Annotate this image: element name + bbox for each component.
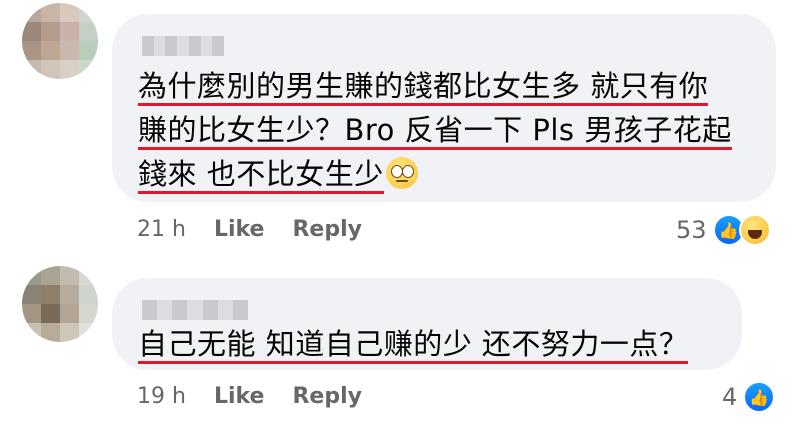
rolling-eyes-emoji-icon [385, 157, 418, 189]
like-button[interactable]: Like [214, 217, 265, 242]
timestamp[interactable]: 19 h [137, 384, 186, 409]
like-button[interactable]: Like [214, 384, 265, 409]
comment-actions: 19 h Like Reply [137, 384, 390, 409]
comment-line: 錢來 也不比女生少 [138, 157, 384, 194]
reply-button[interactable]: Reply [292, 217, 362, 242]
comment-text: 自己无能 知道自己赚的少 还不努力一点？ [138, 322, 689, 366]
avatar-blurred[interactable] [22, 3, 98, 79]
comment-actions: 21 h Like Reply [137, 217, 390, 242]
reaction-count: 53 [676, 216, 707, 244]
comment-bubble: 為什麼別的男生賺的錢都比女生多 就只有你 賺的比女生少？Bro 反省一下 Pls… [112, 14, 776, 202]
comment-text: 為什麼別的男生賺的錢都比女生多 就只有你 賺的比女生少？Bro 反省一下 Pls… [138, 64, 732, 196]
reply-button[interactable]: Reply [292, 384, 362, 409]
author-name-blurred[interactable] [142, 36, 224, 56]
comment-bubble: 自己无能 知道自己赚的少 还不努力一点？ [112, 278, 742, 370]
reaction-summary[interactable]: 4 👍 [722, 381, 776, 413]
avatar-blurred[interactable] [22, 266, 98, 342]
reaction-count: 4 [722, 383, 738, 411]
author-name-blurred[interactable] [142, 300, 248, 320]
timestamp[interactable]: 21 h [137, 217, 186, 242]
haha-reaction-icon [738, 214, 771, 246]
reaction-summary[interactable]: 53 👍 [676, 214, 771, 246]
comment-line: 自己无能 知道自己赚的少 还不努力一点？ [138, 327, 689, 364]
comment-line: 賺的比女生少？Bro 反省一下 Pls 男孩子花起 [138, 113, 732, 150]
like-reaction-icon: 👍 [743, 381, 776, 413]
comment-line: 為什麼別的男生賺的錢都比女生多 就只有你 [138, 69, 709, 106]
